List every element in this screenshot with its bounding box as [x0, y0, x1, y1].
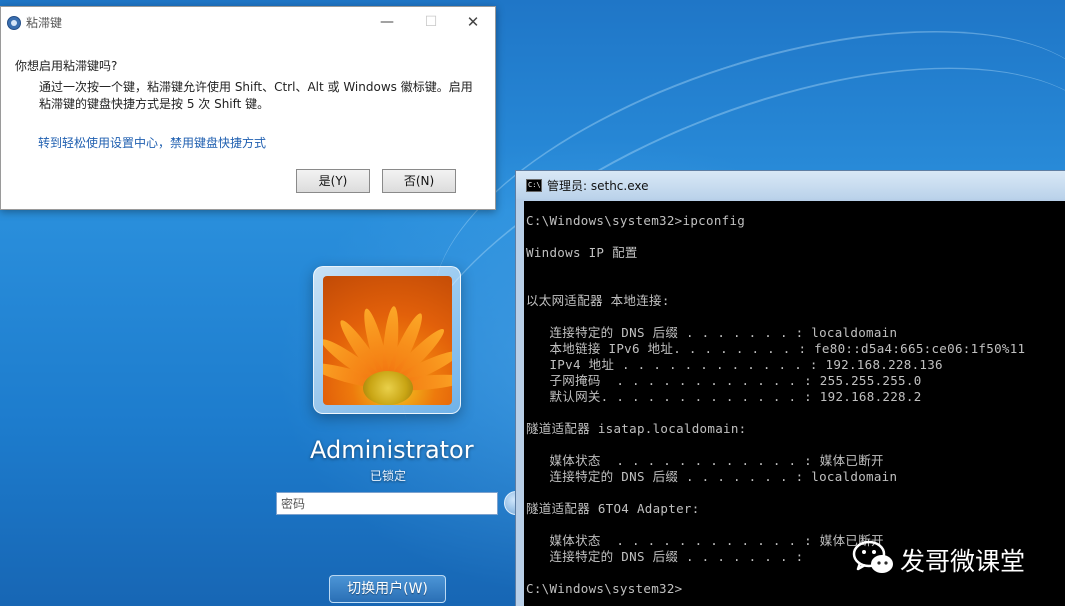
switch-user-button[interactable]: 切换用户(W) [329, 575, 446, 603]
minimize-button[interactable]: — [375, 13, 399, 33]
ease-of-access-icon [7, 16, 21, 30]
dialog-body-line: 通过一次按一个键，粘滞键允许使用 Shift、Ctrl、Alt 或 Window… [39, 80, 473, 94]
yes-button[interactable]: 是(Y) [296, 169, 370, 193]
console-line: C:\Windows\system32> [526, 581, 683, 596]
console-line: 本地链接 IPv6 地址. . . . . . . . : fe80::d5a4… [526, 341, 1026, 356]
avatar-flower-center [363, 371, 413, 405]
console-titlebar[interactable]: C:\ 管理员: sethc.exe [516, 171, 1065, 199]
console-line: Windows IP 配置 [526, 245, 638, 260]
dialog-title: 粘滞键 [26, 16, 63, 30]
user-name: Administrator [310, 436, 474, 464]
user-status: 已锁定 [369, 469, 406, 483]
watermark-text: 发哥微课堂 [900, 547, 1026, 576]
no-button[interactable]: 否(N) [382, 169, 456, 193]
console-line: 连接特定的 DNS 后缀 . . . . . . . : localdomain [526, 325, 898, 340]
console-title: 管理员: sethc.exe [547, 179, 649, 193]
console-line: 连接特定的 DNS 后缀 . . . . . . . : localdomain [526, 469, 898, 484]
console-line: 连接特定的 DNS 后缀 . . . . . . . : [526, 549, 804, 564]
console-window: C:\ 管理员: sethc.exe C:\Windows\system32>i… [515, 170, 1065, 606]
user-avatar-frame[interactable] [313, 266, 461, 414]
dialog-body: 通过一次按一个键，粘滞键允许使用 Shift、Ctrl、Alt 或 Window… [39, 79, 479, 113]
ease-of-access-link[interactable]: 转到轻松使用设置中心，禁用键盘快捷方式 [38, 134, 266, 151]
console-line: 以太网适配器 本地连接: [526, 293, 670, 308]
dialog-question: 你想启用粘滞键吗? [15, 59, 118, 73]
maximize-button[interactable]: ☐ [419, 13, 443, 33]
console-line: 媒体状态 . . . . . . . . . . . . : 媒体已断开 [526, 453, 884, 468]
dialog-body-line: 粘滞键的键盘快捷方式是按 5 次 Shift 键。 [39, 97, 270, 111]
console-line: 隧道适配器 6TO4 Adapter: [526, 501, 700, 516]
console-line: 默认网关. . . . . . . . . . . . . : 192.168.… [526, 389, 922, 404]
console-line: 媒体状态 . . . . . . . . . . . . : 媒体已断开 [526, 533, 884, 548]
close-button[interactable]: ✕ [461, 13, 485, 33]
avatar [323, 276, 452, 405]
console-line: 子网掩码 . . . . . . . . . . . . : 255.255.2… [526, 373, 922, 388]
dialog-titlebar[interactable]: 粘滞键 — ☐ ✕ [1, 7, 495, 39]
console-line: 隧道适配器 isatap.localdomain: [526, 421, 747, 436]
password-input[interactable] [276, 492, 498, 515]
wechat-icon [852, 540, 893, 573]
console-line: IPv4 地址 . . . . . . . . . . . . : 192.16… [526, 357, 943, 372]
console-line: C:\Windows\system32>ipconfig [526, 213, 746, 228]
console-icon: C:\ [526, 179, 542, 192]
sticky-keys-dialog: 粘滞键 — ☐ ✕ 你想启用粘滞键吗? 通过一次按一个键，粘滞键允许使用 Shi… [0, 6, 496, 210]
